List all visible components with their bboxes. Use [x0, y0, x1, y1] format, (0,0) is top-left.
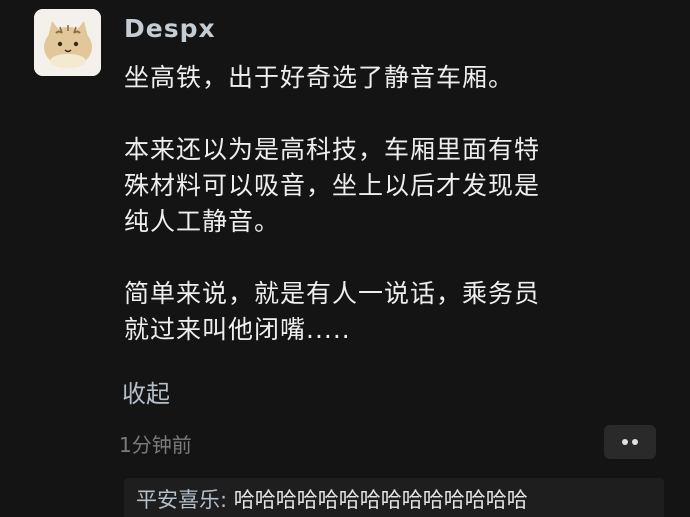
- reply-author[interactable]: 平安喜乐:: [136, 488, 234, 512]
- post-timestamp: 1分钟前: [119, 433, 192, 457]
- collapse-link[interactable]: 收起: [122, 374, 170, 409]
- post-paragraph: 本来还以为是高科技，车厢里面有特殊材料可以吸音，坐上以后才发现是纯人工静音。: [124, 135, 541, 236]
- post-content: 坐高铁，出于好奇选了静音车厢。 本来还以为是高科技，车厢里面有特殊材料可以吸音，…: [124, 60, 564, 384]
- username[interactable]: Despx: [124, 14, 216, 43]
- post-paragraph: 简单来说，就是有人一说话，乘务员就过来叫他闭嘴.....: [124, 279, 541, 344]
- avatar[interactable]: [34, 9, 101, 76]
- reply-line: 平安喜乐: 哈哈哈哈哈哈哈哈哈哈哈哈哈哈: [136, 484, 528, 514]
- cat-avatar-icon: [34, 9, 101, 76]
- reply-text: 哈哈哈哈哈哈哈哈哈哈哈哈哈哈: [233, 488, 528, 512]
- post-paragraph: 坐高铁，出于好奇选了静音车厢。: [124, 63, 515, 92]
- more-options-button[interactable]: [604, 425, 656, 459]
- reply-preview[interactable]: 平安喜乐: 哈哈哈哈哈哈哈哈哈哈哈哈哈哈: [124, 478, 664, 517]
- more-dots-icon: [622, 439, 638, 445]
